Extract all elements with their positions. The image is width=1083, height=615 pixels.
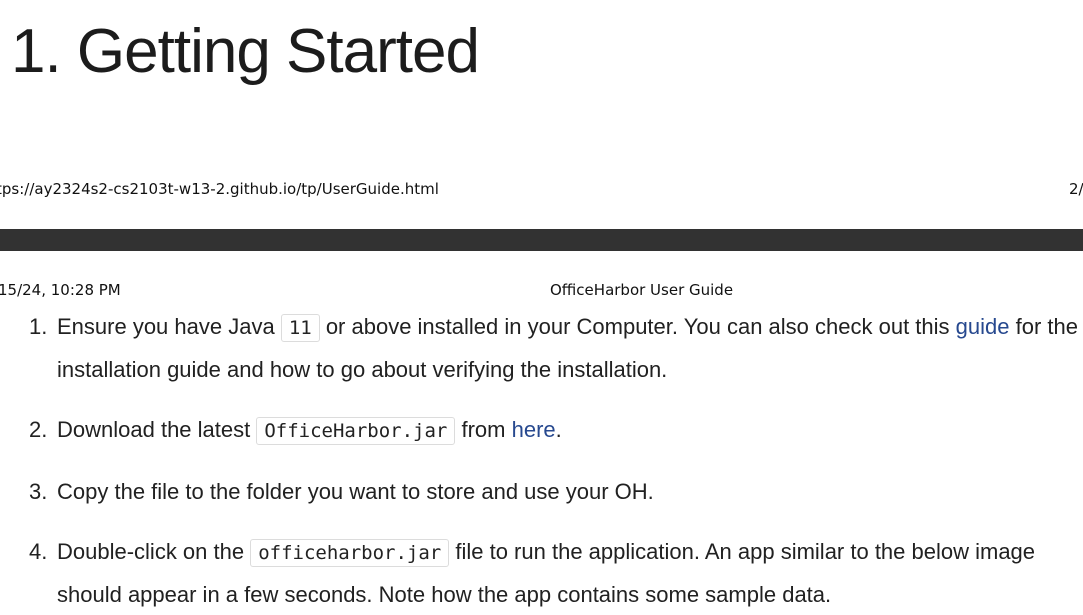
getting-started-steps: 1. Ensure you have Java 11 or above inst…: [0, 306, 1083, 615]
inline-code-jar-name: OfficeHarbor.jar: [256, 417, 456, 445]
step-text: Double-click on the: [57, 539, 251, 564]
step-text: Ensure you have Java: [57, 314, 281, 339]
print-header-datetime: 15/24, 10:28 PM: [0, 281, 121, 299]
step-number: 2.: [29, 417, 48, 442]
step-number: 3.: [29, 479, 48, 504]
print-header-title: OfficeHarbor User Guide: [550, 281, 734, 299]
print-footer-page-number: 2/: [1069, 180, 1083, 198]
page-heading: 1. Getting Started: [11, 17, 480, 86]
step-text: from: [455, 417, 512, 442]
step-item: 4. Double-click on the officeharbor.jar …: [0, 531, 1083, 615]
step-text: .: [555, 417, 562, 442]
download-here-link[interactable]: here: [512, 417, 556, 442]
step-number: 4.: [29, 539, 48, 564]
step-text: Download the latest: [57, 417, 257, 442]
inline-code-java-version: 11: [280, 314, 320, 342]
step-number: 1.: [29, 314, 48, 339]
inline-code-jar-file: officeharbor.jar: [250, 539, 450, 567]
guide-link[interactable]: guide: [956, 314, 1010, 339]
page-break-divider: [0, 229, 1083, 251]
step-item: 1. Ensure you have Java 11 or above inst…: [0, 306, 1083, 390]
print-footer-url: tps://ay2324s2-cs2103t-w13-2.github.io/t…: [0, 180, 439, 198]
step-item: 2. Download the latest OfficeHarbor.jar …: [0, 409, 1083, 452]
step-text: Copy the file to the folder you want to …: [57, 479, 654, 504]
step-item: 3. Copy the file to the folder you want …: [0, 471, 1083, 512]
step-text: or above installed in your Computer. You…: [319, 314, 956, 339]
